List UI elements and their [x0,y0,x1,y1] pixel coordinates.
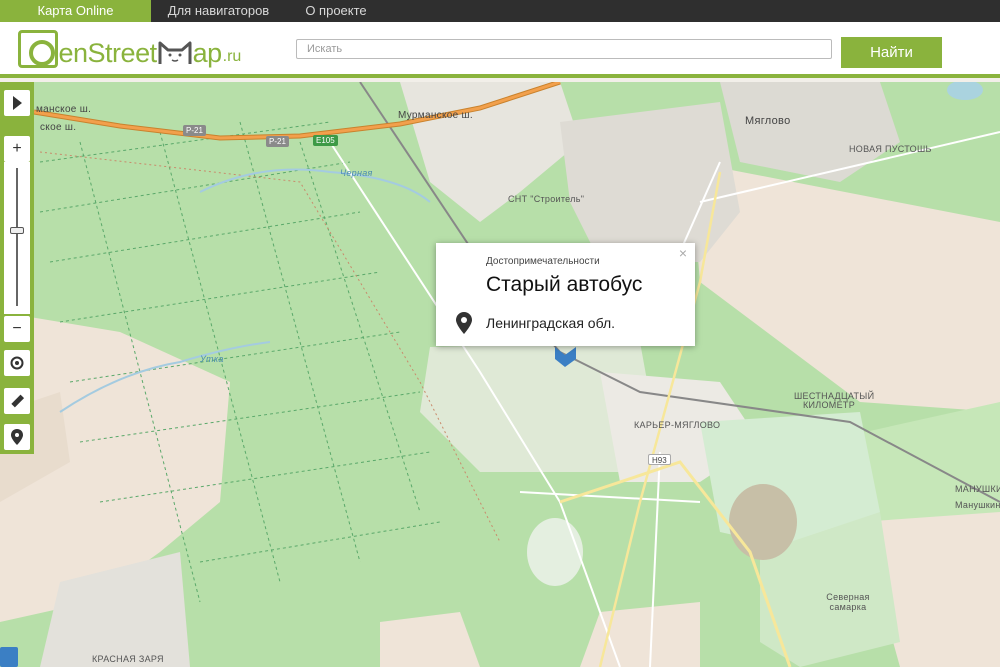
road-label: Мурманское ш. [398,110,473,121]
zoom-track [16,168,18,306]
zoom-in-button[interactable]: + [4,136,30,162]
tab-map-online[interactable]: Карта Online [0,0,151,22]
place-label: Северная самарка [826,592,870,612]
pin-icon [11,429,23,445]
place-label: ШЕСТНАДЦАТЫЙ КИЛОМЕТР [794,391,875,410]
farmland-area [380,612,480,667]
logo-suffix: .ru [222,48,242,65]
corner-map-marker[interactable] [0,647,18,667]
place-label: Манушкино [955,500,1000,510]
popup-title: Старый автобус [486,273,643,296]
road-label: ское ш. [40,122,77,133]
residential-area [560,102,740,262]
road-label: манское ш. [36,104,92,115]
zoom-handle[interactable] [10,227,24,235]
place-popup: × Достопримечательности Старый автобус Л… [436,243,695,346]
place-label: СНТ "Строитель" [508,194,585,204]
place-label: КАРЬЕР-МЯГЛОВО [634,420,721,430]
logo-cat-icon [158,41,192,64]
map-tiles [0,82,1000,667]
logo-text-end: ap [192,38,223,68]
map-canvas[interactable]: манское ш. ское ш. Р-21 Р-21 E105 Мурман… [0,82,1000,667]
logo-text: penStreet [44,38,157,68]
location-pin-icon [456,312,472,334]
place-label: НОВАЯ ПУСТОШЬ [849,144,932,154]
selected-place-marker[interactable] [553,345,578,368]
locate-button[interactable] [4,350,30,376]
popup-address: Ленинградская обл. [486,315,616,331]
measure-button[interactable] [4,388,30,414]
quarry-lake [729,484,797,560]
road-shield: E105 [313,135,338,146]
river-label: Утка [200,354,224,364]
zoom-out-button[interactable]: − [4,316,30,342]
search-button[interactable]: Найти [841,37,942,68]
map-toolbar: + − [0,82,34,454]
header: penStreet ap .ru Искать Найти [0,22,1000,78]
clearing [527,518,583,586]
add-marker-button[interactable] [4,424,30,450]
locate-icon [10,356,24,370]
residential-area [720,82,900,182]
zoom-slider[interactable] [4,162,30,314]
expand-panel-button[interactable] [4,90,30,116]
pond [947,82,983,100]
close-icon[interactable]: × [679,245,687,261]
place-label: КРАСНАЯ ЗАРЯ [92,654,164,664]
road-shield: Р-21 [266,136,289,147]
chevron-right-icon [12,95,22,110]
place-label: МАНУШКИНО [955,484,1000,494]
logo-o-icon [18,30,58,68]
ruler-icon [11,394,25,408]
river-label: Черная [340,168,373,178]
road-shield: Р-21 [183,125,206,136]
search-input[interactable]: Искать [296,39,832,59]
site-logo[interactable]: penStreet ap .ru [18,28,241,68]
top-navigation: Карта Online Для навигаторов О проекте [0,0,1000,22]
tab-for-navigators[interactable]: Для навигаторов [151,0,286,22]
tab-about[interactable]: О проекте [286,0,386,22]
popup-category: Достопримечательности [486,256,600,267]
farmland-area [580,602,700,667]
road-shield: Н93 [648,454,671,465]
place-label: Мяглово [745,115,791,127]
